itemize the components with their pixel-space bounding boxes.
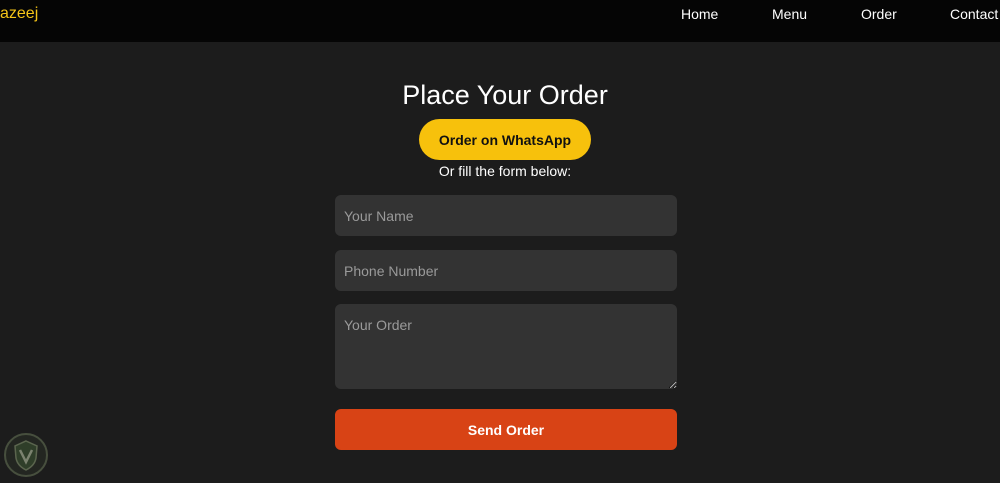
send-order-button[interactable]: Send Order (335, 409, 677, 450)
whatsapp-order-button[interactable]: Order on WhatsApp (419, 119, 591, 160)
page-title: Place Your Order (402, 80, 608, 110)
nav-link-contact[interactable]: Contact (950, 6, 998, 22)
nav-link-order[interactable]: Order (861, 6, 897, 22)
shield-badge-icon (3, 432, 49, 478)
form-subtitle: Or fill the form below: (438, 163, 572, 179)
order-textarea[interactable] (335, 304, 677, 389)
navbar: azeej Home Menu Order Contact (0, 0, 1000, 42)
nav-link-menu[interactable]: Menu (772, 6, 807, 22)
name-input[interactable] (335, 195, 677, 236)
brand-logo[interactable]: azeej (0, 5, 38, 23)
nav-link-home[interactable]: Home (681, 6, 718, 22)
phone-input[interactable] (335, 250, 677, 291)
